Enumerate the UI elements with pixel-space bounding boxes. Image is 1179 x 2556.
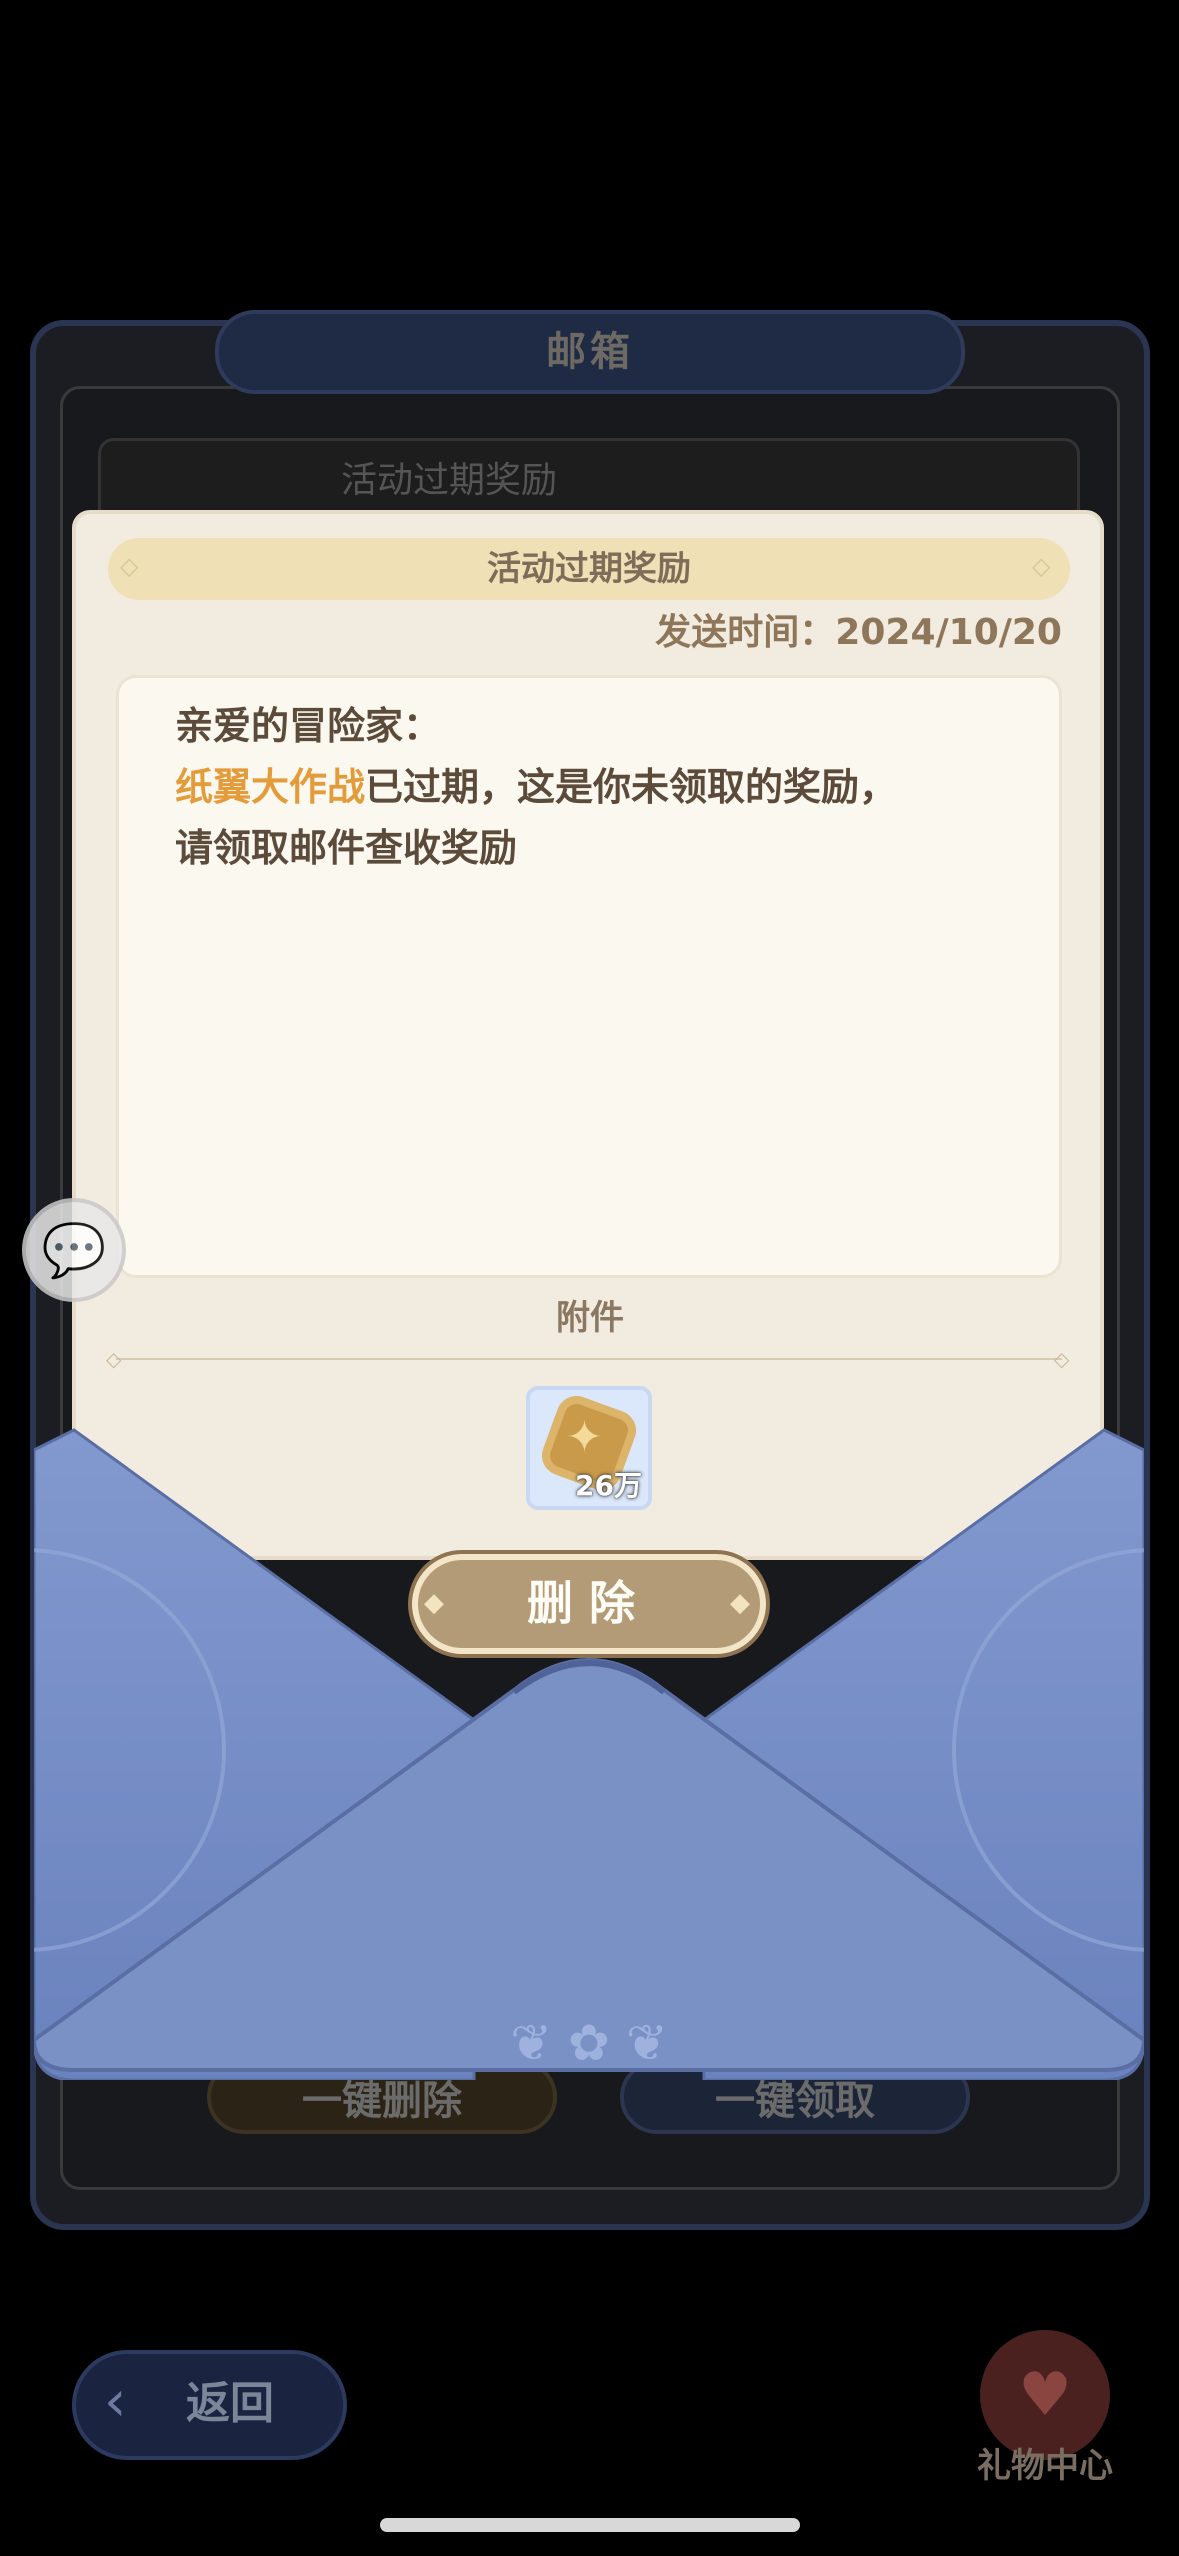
letter-title: 活动过期奖励 xyxy=(108,538,1070,600)
message-line-3: 请领取邮件查收奖励 xyxy=(175,826,518,870)
message-line-2-rest: 已过期，这是你未领取的奖励， xyxy=(365,765,898,809)
delete-button[interactable]: 删除 xyxy=(412,1554,766,1654)
envelope-illustration: ❦ ✿ ❦ xyxy=(34,1428,1144,2080)
attachment-label: 附件 xyxy=(556,1298,624,1338)
chat-bubble-icon[interactable]: 💬 xyxy=(22,1198,126,1302)
title-left-diamond-icon: ◇ xyxy=(120,552,139,580)
attachment-divider xyxy=(116,1358,1062,1360)
event-name: 纸翼大作战 xyxy=(175,765,366,809)
back-arrow-icon: ‹ xyxy=(104,2369,127,2434)
message-line-2: 纸翼大作战已过期，这是你未领取的奖励， xyxy=(175,757,897,817)
home-indicator xyxy=(380,2518,800,2532)
button-right-diamond-icon: ◆ xyxy=(730,1588,750,1618)
gift-center-label: 礼物中心 xyxy=(977,2446,1113,2486)
svg-text:❦ ✿ ❦: ❦ ✿ ❦ xyxy=(510,2014,667,2072)
mailbox-title: 邮箱 xyxy=(215,310,965,394)
greeting-text: 亲爱的冒险家： xyxy=(175,704,442,748)
title-right-diamond-icon: ◇ xyxy=(1032,552,1051,580)
gift-center-button[interactable]: ♥ 礼物中心 xyxy=(960,2330,1130,2486)
divider-right-diamond-icon: ◇ xyxy=(1054,1347,1070,1371)
button-left-diamond-icon: ◆ xyxy=(424,1588,444,1618)
divider-left-diamond-icon: ◇ xyxy=(106,1347,122,1371)
send-time: 发送时间：2024/10/20 xyxy=(655,612,1062,653)
